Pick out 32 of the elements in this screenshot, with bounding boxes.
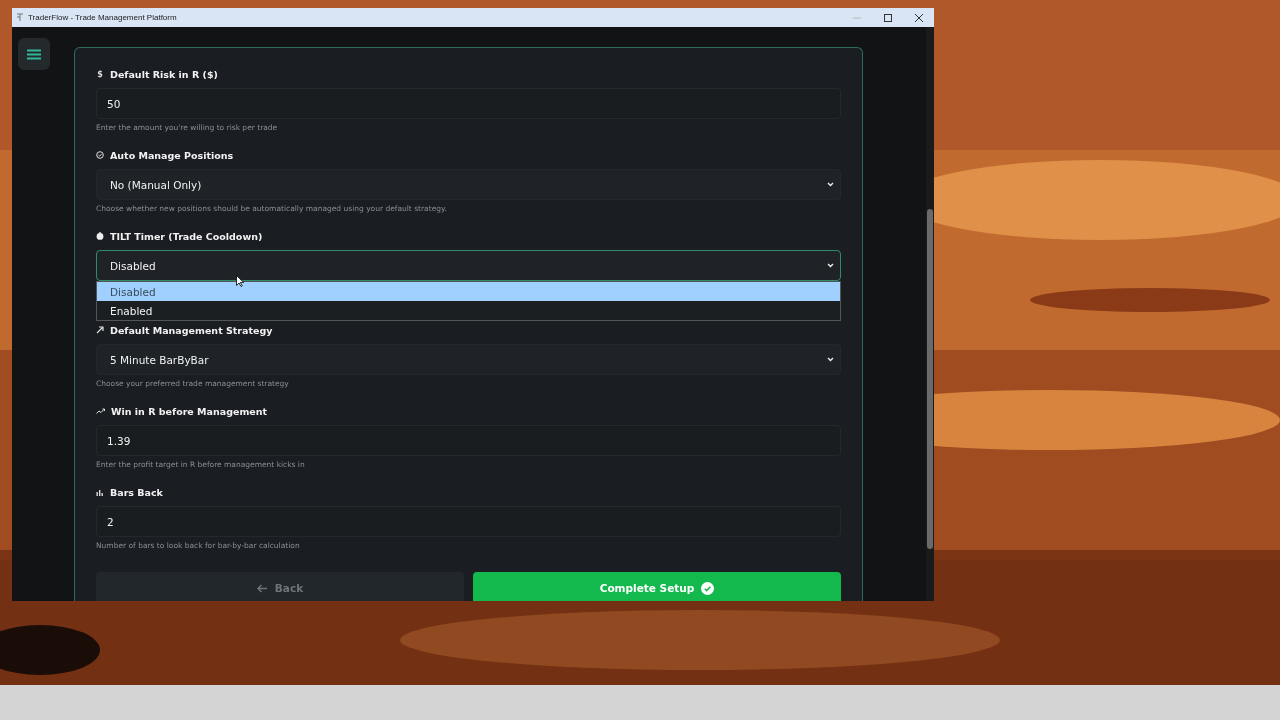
input-field[interactable]: 50 — [96, 88, 841, 119]
menu-button[interactable] — [17, 38, 50, 70]
field-label: Default Management Strategy — [110, 324, 273, 336]
window-title: TraderFlow - Trade Management Platform — [28, 13, 177, 22]
timer-icon — [96, 232, 104, 240]
field-label: Auto Manage Positions — [110, 149, 234, 161]
dollar-icon: $ — [96, 69, 104, 79]
close-icon — [914, 13, 923, 22]
select-field[interactable]: Disabled — [96, 250, 841, 281]
trend-up-icon — [96, 408, 105, 414]
chevron-down-icon — [827, 263, 834, 268]
select-field[interactable]: 5 Minute BarByBar — [96, 344, 841, 375]
select-field[interactable]: No (Manual Only) — [96, 169, 841, 200]
input-field[interactable]: 2 — [96, 506, 841, 537]
field-label: Win in R before Management — [111, 405, 268, 417]
chevron-down-icon — [827, 182, 834, 187]
scrollbar[interactable] — [926, 27, 934, 601]
input-field[interactable]: 1.39 — [96, 425, 841, 456]
chevron-down-icon — [827, 357, 834, 362]
bar-chart-icon — [96, 488, 104, 496]
check-circle-icon — [701, 581, 715, 595]
arrow-left-icon — [256, 583, 268, 593]
field-label: Bars Back — [110, 486, 163, 498]
mouse-cursor-icon — [236, 275, 244, 287]
arrow-icon — [96, 326, 104, 334]
maximize-icon — [883, 13, 892, 22]
check-circle-icon — [96, 151, 104, 159]
app-logo-icon — [16, 13, 24, 22]
dropdown-option[interactable]: Disabled — [97, 282, 840, 301]
field-label: Default Risk in R ($) — [110, 68, 218, 80]
menu-icon — [26, 48, 41, 60]
field-label: TILT Timer (Trade Cooldown) — [110, 230, 263, 242]
